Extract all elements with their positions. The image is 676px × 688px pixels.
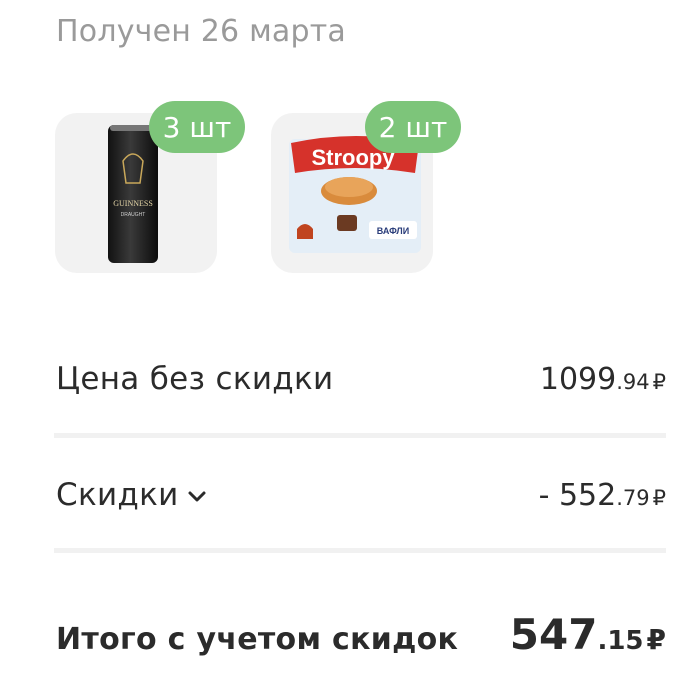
divider [54, 548, 666, 553]
chevron-down-icon [188, 491, 206, 501]
total-row: Итого с учетом скидок 547.15 ₽ [56, 610, 666, 659]
order-date-title: Получен 26 марта [56, 14, 347, 49]
discounts-value: - 552.79 ₽ [538, 478, 666, 513]
guinness-sub-text: DRAUGHT [121, 212, 146, 218]
guinness-brand-text: GUINNESS [113, 199, 153, 208]
total-value: 547.15 ₽ [509, 610, 666, 659]
divider [54, 433, 666, 438]
full-price-row: Цена без скидки 1099.94 ₽ [56, 361, 666, 397]
stroopy-sub-text: ВАФЛИ [377, 226, 409, 236]
quantity-badge: 2 шт [365, 101, 461, 153]
total-label: Итого с учетом скидок [56, 622, 459, 657]
full-price-value: 1099.94 ₽ [539, 362, 666, 397]
discounts-toggle[interactable]: Скидки [56, 477, 207, 513]
quantity-badge: 3 шт [149, 101, 245, 153]
product-tile-guinness[interactable]: GUINNESS DRAUGHT 3 шт [55, 101, 245, 273]
product-tile-stroopy[interactable]: Stroopy ВАФЛИ 2 шт [271, 101, 461, 273]
discounts-row[interactable]: Скидки - 552.79 ₽ [56, 477, 666, 513]
full-price-label: Цена без скидки [56, 361, 334, 397]
